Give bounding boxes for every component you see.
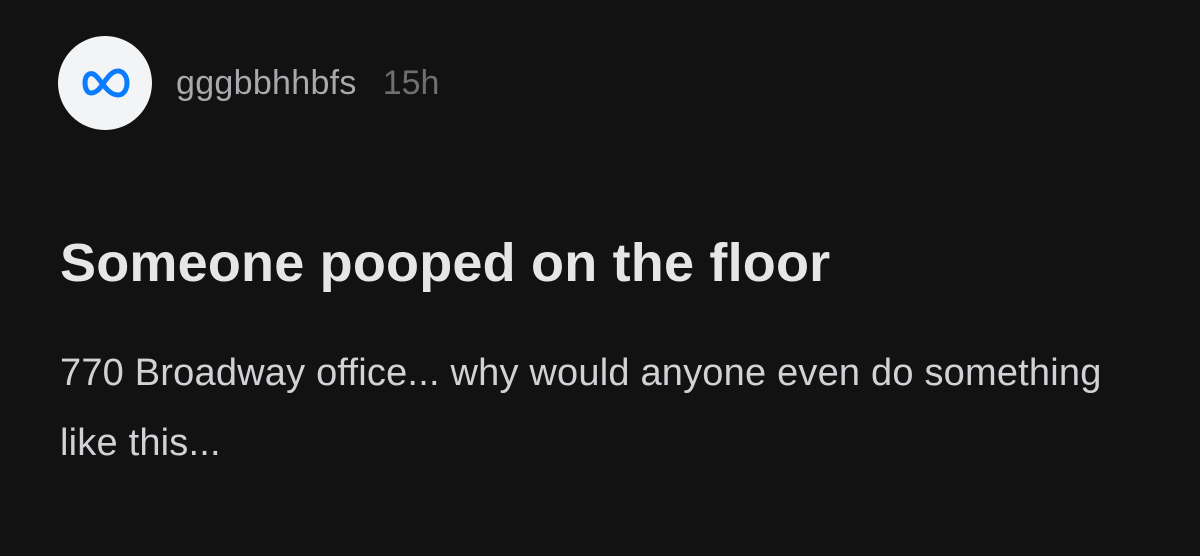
- username[interactable]: gggbbhhbfs: [176, 64, 357, 103]
- avatar[interactable]: [58, 36, 152, 130]
- post-title[interactable]: Someone pooped on the floor: [60, 232, 830, 294]
- post-timestamp: 15h: [382, 63, 440, 102]
- post-body: 770 Broadway office... why would anyone …: [60, 352, 1102, 464]
- meta-logo-icon: [77, 68, 133, 98]
- post-card: gggbbhhbfs 15h Someone pooped on the flo…: [0, 0, 1200, 556]
- post-header: gggbbhhbfs 15h: [58, 36, 439, 130]
